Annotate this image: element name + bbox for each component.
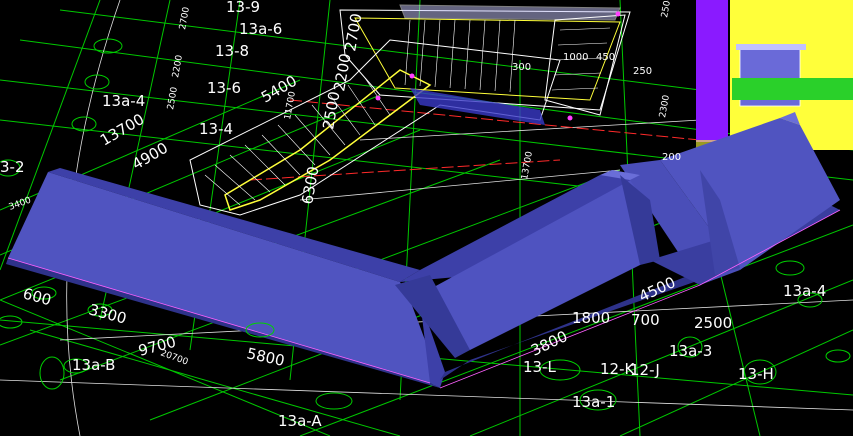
dim-450: 450 bbox=[596, 52, 615, 63]
grid-label-3-2: 3-2 bbox=[0, 158, 25, 176]
grid-label-13-9: 13-9 bbox=[226, 0, 260, 16]
dim-6300: 6300 bbox=[298, 165, 322, 206]
dim-700: 700 bbox=[631, 311, 660, 329]
dim-3300: 3300 bbox=[87, 300, 129, 327]
grid-label-13-4: 13-4 bbox=[199, 120, 233, 138]
cad-scene[interactable]: 2700 2200 2500 11700 2500 2300 13700 207… bbox=[0, 0, 853, 436]
svg-text:2500: 2500 bbox=[166, 86, 180, 111]
grid-label-13-l: 13-L bbox=[523, 358, 556, 376]
grid-label-13-6: 13-6 bbox=[207, 79, 241, 97]
svg-text:2500: 2500 bbox=[660, 0, 674, 19]
dim-2500b: 2500 bbox=[694, 314, 732, 332]
svg-text:2200: 2200 bbox=[171, 54, 185, 79]
dim-13700: 13700 bbox=[97, 110, 147, 149]
dim-2200: 2200 bbox=[330, 52, 354, 93]
grid-label-13-8: 13-8 bbox=[215, 42, 249, 60]
grid-label-13a-1: 13a-1 bbox=[572, 393, 615, 411]
cad-3d-viewport[interactable]: 2700 2200 2500 11700 2500 2300 13700 207… bbox=[0, 0, 853, 436]
dim-1800: 1800 bbox=[572, 309, 610, 327]
dim-200: 200 bbox=[662, 152, 681, 163]
dim-600: 600 bbox=[21, 284, 53, 309]
dim-2500: 2500 bbox=[319, 90, 343, 131]
dim-4900: 4900 bbox=[129, 139, 171, 174]
grid-label-13-h: 13-H bbox=[738, 365, 774, 383]
dim-250: 250 bbox=[633, 66, 652, 77]
grid-label-13a-b: 13a-B bbox=[72, 356, 115, 374]
dim-1000: 1000 bbox=[563, 52, 588, 63]
dim-300: 300 bbox=[512, 62, 531, 73]
grid-label-13a-a: 13a-A bbox=[278, 412, 322, 430]
dim-5800: 5800 bbox=[245, 344, 286, 370]
dim-2700: 2700 bbox=[341, 12, 365, 53]
dimension-labels-small: 300 1000 450 250 200 bbox=[512, 52, 681, 163]
dim-4500: 4500 bbox=[636, 273, 678, 305]
svg-text:13700: 13700 bbox=[520, 150, 535, 180]
grid-label-13a-6: 13a-6 bbox=[239, 20, 282, 38]
svg-text:2300: 2300 bbox=[658, 94, 672, 119]
svg-text:3400: 3400 bbox=[8, 195, 33, 212]
grid-label-13a-4-right: 13a-4 bbox=[783, 282, 826, 300]
grid-label-13a-3: 13a-3 bbox=[669, 342, 712, 360]
grid-label-12-j: 12-J bbox=[630, 361, 660, 379]
svg-text:2700: 2700 bbox=[178, 6, 192, 31]
grid-label-13a-4-left: 13a-4 bbox=[102, 92, 145, 110]
